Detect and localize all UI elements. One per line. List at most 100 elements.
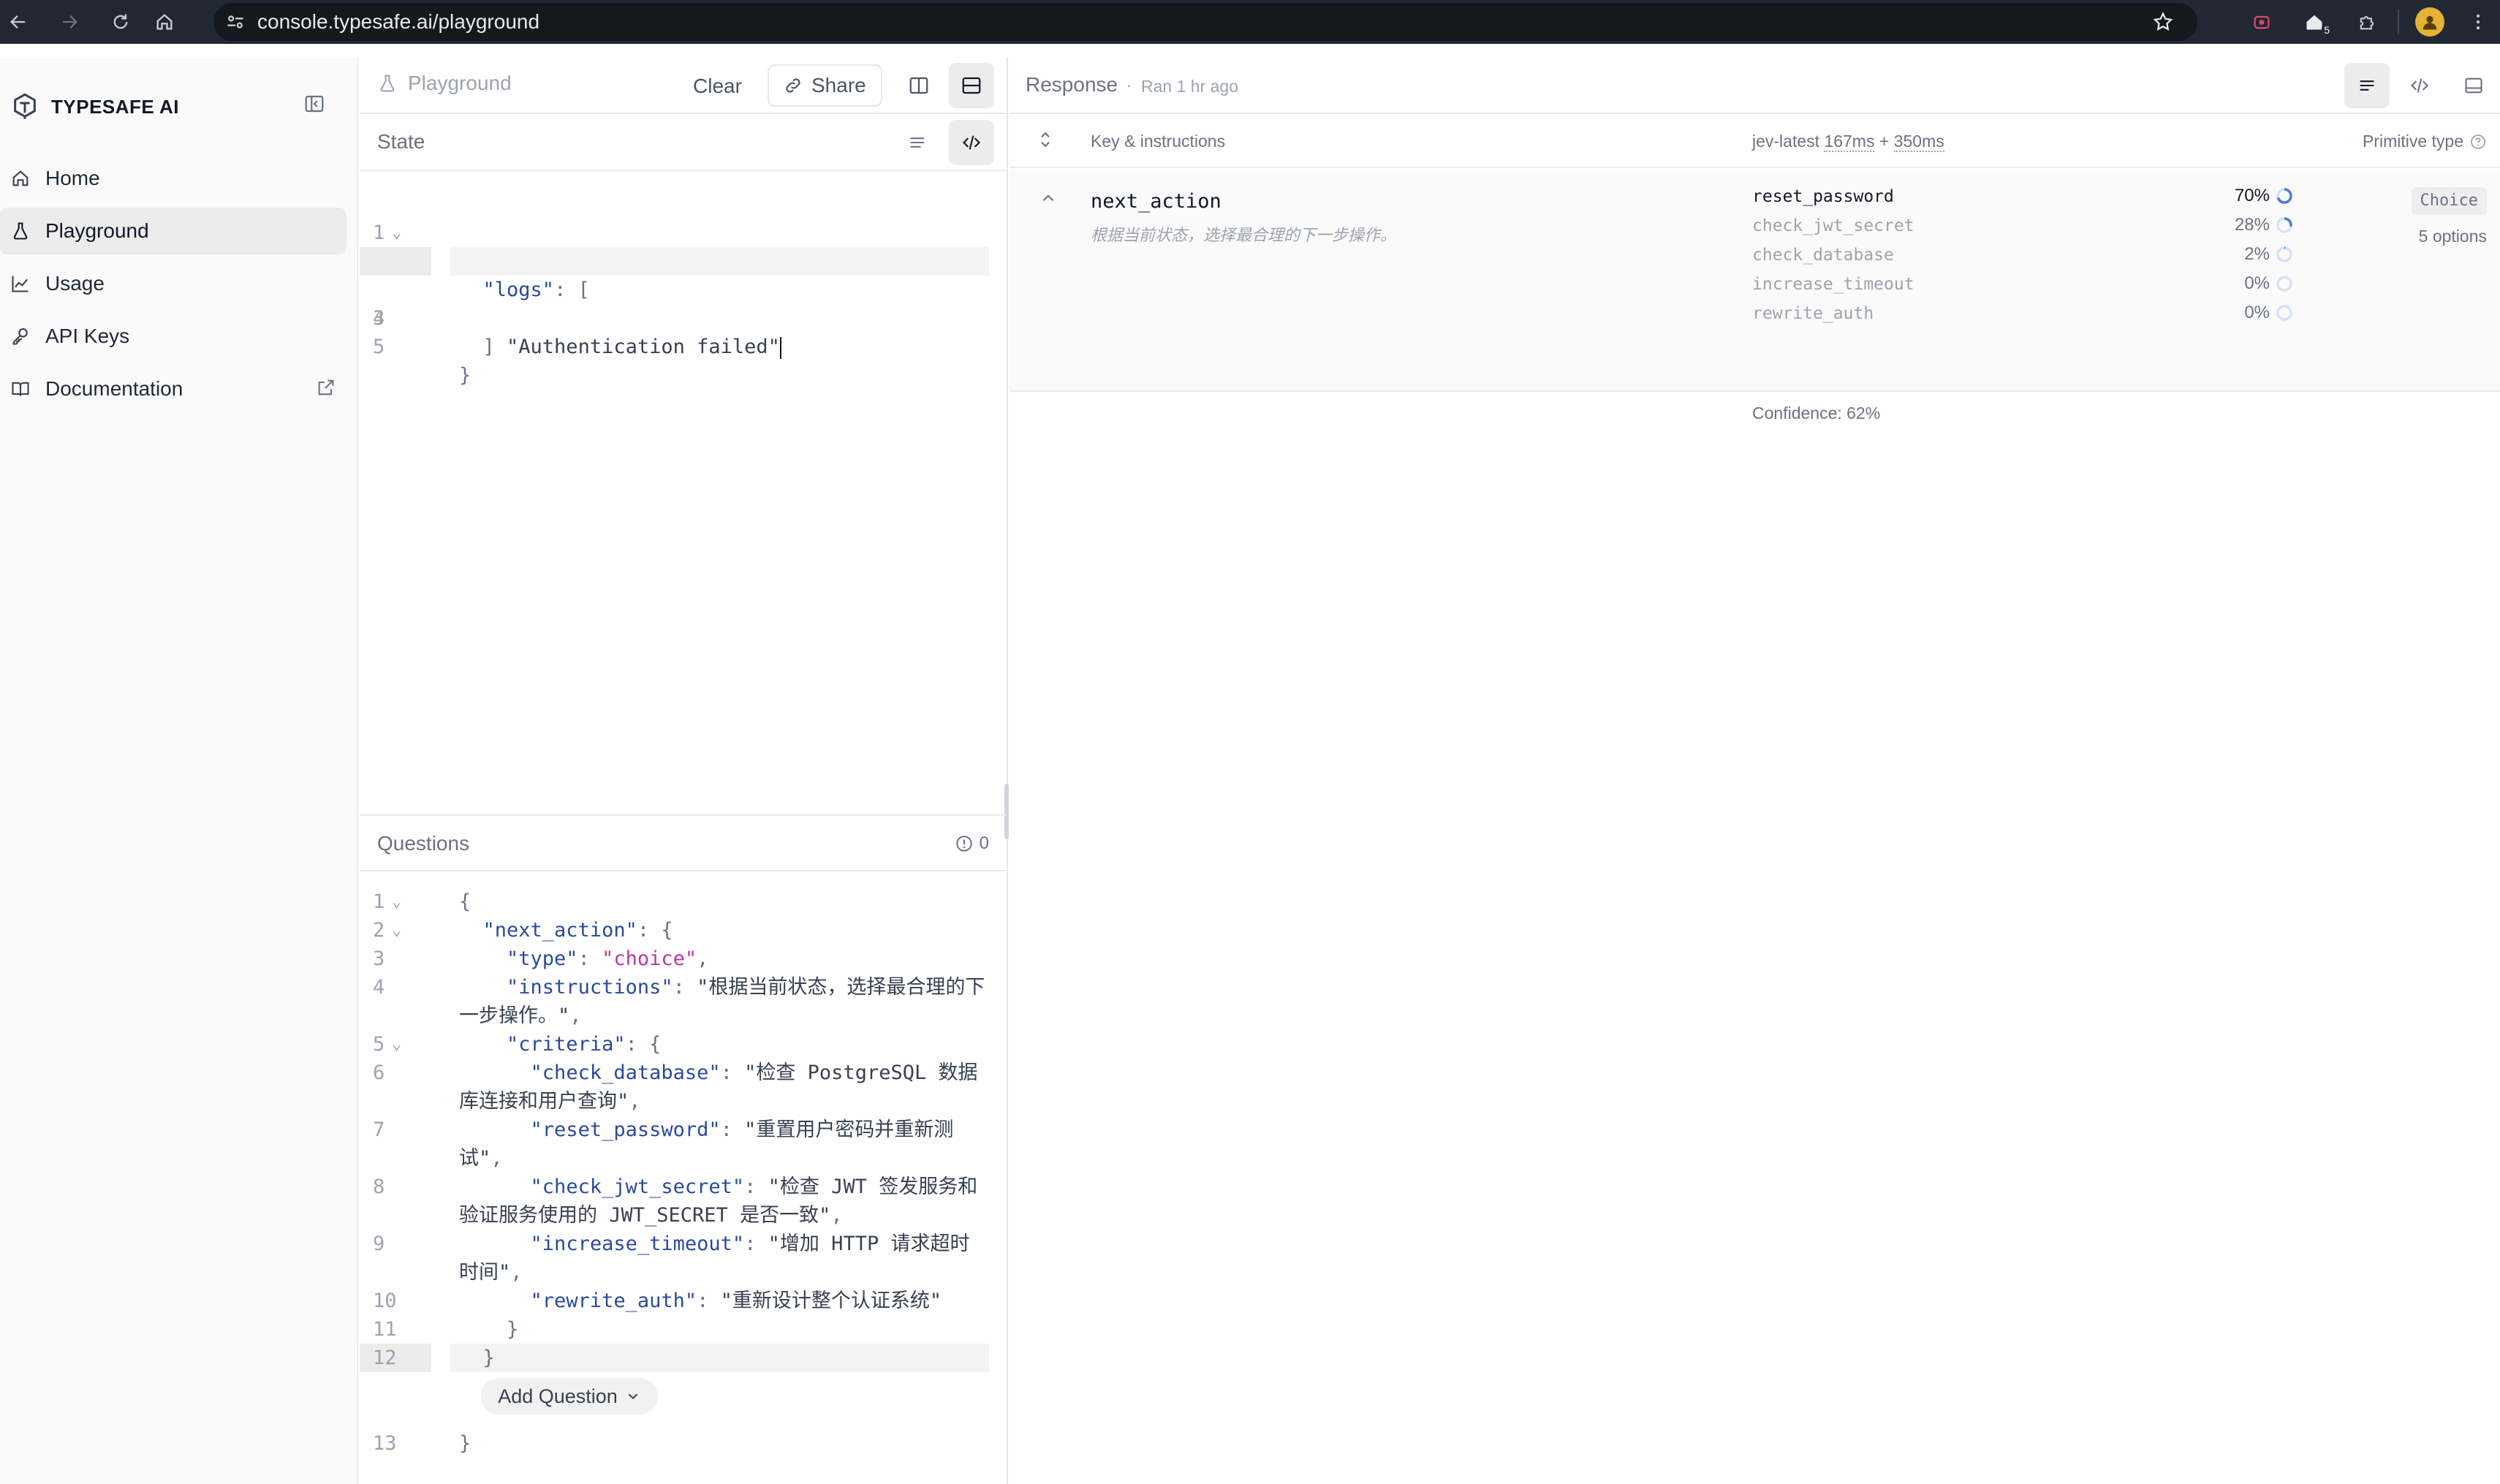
code-line: 5 } <box>360 304 1007 387</box>
fold-chevron-icon[interactable]: ⌄ <box>392 887 401 916</box>
fold-chevron-icon[interactable]: ⌄ <box>392 916 401 944</box>
expand-collapse-all-icon[interactable] <box>1034 129 1056 155</box>
sidebar-item-label: API Keys <box>45 325 130 347</box>
sidebar-item-home[interactable]: Home <box>0 155 346 202</box>
criteria-key: "increase_timeout" <box>530 1233 745 1255</box>
panel-layout-icon[interactable] <box>2451 63 2496 108</box>
extension-home-icon[interactable]: 5 <box>2288 1 2341 43</box>
forward-icon[interactable] <box>37 1 102 43</box>
line-number: 13 <box>373 1432 397 1455</box>
brand[interactable]: TYPESAFE AI <box>10 88 179 126</box>
state-editor[interactable]: 1⌄ { 2⌄ "logs": [ 3 "Authentication fail… <box>360 190 1007 387</box>
model-name: jev-latest <box>1752 132 1820 151</box>
format-lines-icon[interactable] <box>895 120 940 165</box>
sidebar-item-usage[interactable]: Usage <box>0 260 346 307</box>
line-number: 4 <box>373 976 385 999</box>
sidebar-item-playground[interactable]: Playground <box>0 208 346 254</box>
latency-plus: + <box>1879 132 1890 151</box>
code-view-icon[interactable] <box>2397 63 2442 108</box>
external-link-icon <box>316 377 336 403</box>
extensions-puzzle-icon[interactable] <box>2341 1 2393 43</box>
option-name: rewrite_auth <box>1752 304 1874 323</box>
response-toolbar: Response · Ran 1 hr ago <box>1010 57 2500 114</box>
probability-ring-icon <box>2276 246 2292 262</box>
extension-badge: 5 <box>2322 24 2332 36</box>
code-view-icon[interactable] <box>949 120 994 165</box>
line-number: 9 <box>373 1233 385 1255</box>
list-view-icon[interactable] <box>2344 63 2390 108</box>
back-icon[interactable] <box>0 1 37 43</box>
issues-count[interactable]: 0 <box>955 833 989 854</box>
browser-menu-icon[interactable] <box>2456 1 2500 43</box>
choice-option: check_jwt_secret 28% <box>1752 211 2293 240</box>
code-line: "check_jwt_secret": "检查 JWT 签发服务和验证服务使用的… <box>459 1176 978 1227</box>
response-row-next-action[interactable]: next_action 根据当前状态，选择最合理的下一步操作。 reset_pa… <box>1010 170 2500 423</box>
playground-toolbar: Playground Clear Share <box>360 57 1007 114</box>
avatar <box>2415 7 2444 37</box>
sidebar: TYPESAFE AI Home Playground Usage API Ke… <box>0 57 358 1484</box>
text-cursor <box>779 336 781 359</box>
code-line: } <box>482 1347 495 1369</box>
sidebar-item-label: Usage <box>45 272 105 295</box>
extension-camera-icon[interactable] <box>2235 1 2288 43</box>
code-line: "instructions": "根据当前状态，选择最合理的下一步操作。", <box>459 976 985 1027</box>
add-question-button[interactable]: Add Question <box>481 1378 658 1415</box>
log-value: "Authentication failed" <box>507 336 780 358</box>
option-probability: 28% <box>2234 215 2270 235</box>
chevron-up-icon[interactable] <box>1039 189 1058 211</box>
probability-ring-icon <box>2276 217 2292 233</box>
home-button-icon[interactable] <box>139 1 190 43</box>
option-name: increase_timeout <box>1752 275 1914 294</box>
option-name: check_database <box>1752 246 1894 265</box>
code-line: 2⌄ "logs": [ <box>360 219 1007 301</box>
column-primitive-type-label: Primitive type <box>2362 132 2463 151</box>
sidebar-item-documentation[interactable]: Documentation <box>0 366 346 412</box>
probability-ring-icon <box>2276 188 2292 204</box>
split-horizontal-icon[interactable] <box>949 63 994 108</box>
code-line: } <box>507 1318 519 1341</box>
choice-option: reset_password 70% <box>1752 181 2293 211</box>
next-action-key: "next_action" <box>482 919 637 942</box>
clear-button[interactable]: Clear <box>680 67 755 105</box>
sidebar-item-api-keys[interactable]: API Keys <box>0 313 346 360</box>
instructions-key: "instructions" <box>507 976 673 999</box>
line-number: 5 <box>373 1033 385 1056</box>
state-header: State <box>360 114 1007 171</box>
probability-ring-icon <box>2276 305 2292 321</box>
collapse-sidebar-icon[interactable] <box>298 88 330 120</box>
questions-editor[interactable]: 1 ⌄ 2 ⌄ 3 4 5 ⌄ 6 7 8 9 10 11 12 13 { "next… <box>360 887 1007 1484</box>
toolbar-divider <box>2398 10 2399 34</box>
flask-icon <box>380 75 395 92</box>
latency-first: 167ms <box>1824 132 1875 152</box>
site-settings-icon[interactable] <box>213 12 257 32</box>
criteria-value: "重新设计整个认证系统" <box>720 1290 942 1312</box>
code-line: "type": "choice", <box>507 947 709 970</box>
link-icon <box>786 78 800 93</box>
reload-icon[interactable] <box>102 1 139 43</box>
probability-ring-icon <box>2276 276 2292 292</box>
url-text[interactable]: console.typesafe.ai/playground <box>257 10 539 34</box>
option-probability: 70% <box>2234 186 2270 205</box>
line-number: 1 <box>373 890 385 913</box>
profile-avatar[interactable] <box>2404 1 2456 43</box>
response-instructions: 根据当前状态，选择最合理的下一步操作。 <box>1091 226 1397 244</box>
address-bar[interactable]: console.typesafe.ai/playground <box>213 3 2197 41</box>
code-line-active: 3 "Authentication failed" <box>360 247 1007 359</box>
line-number: 10 <box>373 1290 397 1312</box>
line-number: 6 <box>373 1061 385 1084</box>
share-button[interactable]: Share <box>768 64 882 107</box>
help-circle-icon[interactable] <box>2469 133 2487 151</box>
bookmark-star-icon[interactable] <box>2152 11 2174 37</box>
line-number: 11 <box>373 1318 397 1341</box>
questions-header: Questions 0 <box>360 814 1007 871</box>
book-icon <box>9 377 32 401</box>
fold-chevron-icon[interactable]: ⌄ <box>392 1030 401 1059</box>
code-line: 1⌄ { <box>360 190 1007 273</box>
response-table-header: Key & instructions jev-latest 167ms + 35… <box>1010 114 2500 168</box>
split-vertical-icon[interactable] <box>896 63 942 108</box>
type-key: "type" <box>507 947 578 970</box>
chart-line-icon <box>9 272 32 295</box>
code-line: "increase_timeout": "增加 HTTP 请求超时时间", <box>459 1233 970 1284</box>
option-name: reset_password <box>1752 187 1894 206</box>
type-badge: Choice <box>2411 187 2487 215</box>
